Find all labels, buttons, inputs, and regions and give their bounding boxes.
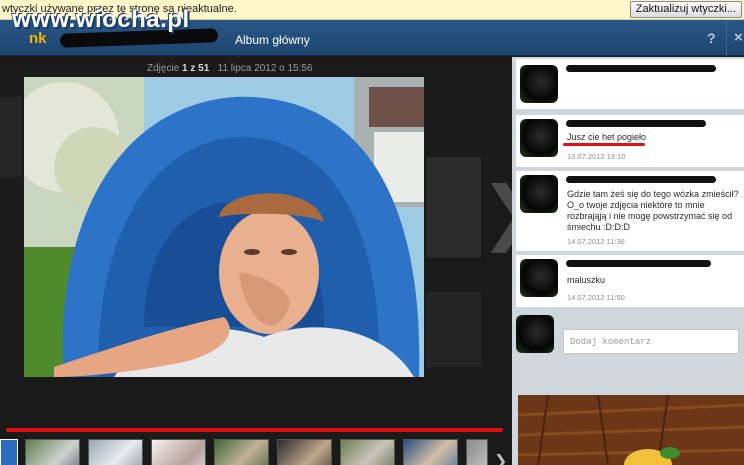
comments-panel: Jusz cie het pogieło 13.07.2012 13:10 Gd… — [512, 57, 744, 465]
commenter-avatar[interactable] — [520, 119, 558, 157]
update-plugins-button[interactable]: Zaktualizuj wtyczki... — [629, 1, 742, 18]
comment-item: Gdzie tam żeś się do tego wózka zmieścił… — [516, 171, 744, 251]
comment-date: 14.07.2012 11:36 — [567, 237, 625, 246]
thumbnail[interactable] — [340, 439, 395, 465]
thumbnail[interactable] — [25, 439, 80, 465]
photo-counter: Zdjęcie 1 z 51 11 lipca 2012 o 15:56 — [147, 63, 313, 74]
comment-text: Jusz cie het pogieło — [567, 132, 647, 142]
red-underline-annotation — [6, 428, 503, 432]
thumbnail[interactable] — [88, 439, 143, 465]
photo-image — [24, 77, 424, 377]
photo-owner-box — [516, 59, 744, 109]
background-panel — [0, 97, 22, 177]
censored-name-scribble — [566, 260, 711, 267]
censored-name-scribble — [566, 120, 706, 127]
header-divider — [726, 20, 727, 56]
photo-date: 11 lipca 2012 o 15:56 — [217, 63, 313, 74]
owner-avatar[interactable] — [520, 65, 558, 103]
background-panel — [426, 292, 481, 367]
album-main-link[interactable]: Album główny — [235, 33, 310, 47]
main-photo[interactable] — [24, 77, 424, 377]
thumbnail[interactable] — [214, 439, 269, 465]
photo-viewer: Zdjęcie 1 z 51 11 lipca 2012 o 15:56 ❯ ❯ — [0, 57, 539, 465]
thumbnail[interactable] — [403, 439, 458, 465]
commenter-avatar[interactable] — [520, 259, 558, 297]
site-watermark: www.wiocha.pl — [12, 6, 190, 33]
comment-item: maluszku 14.07.2012 11:50 — [516, 255, 744, 307]
commenter-avatar[interactable] — [520, 175, 558, 213]
thumbnail[interactable] — [151, 439, 206, 465]
thumbnail[interactable] — [466, 439, 488, 465]
current-user-avatar — [516, 315, 554, 353]
censored-name-scribble — [566, 65, 716, 72]
comment-date: 13.07.2012 13:10 — [567, 152, 626, 161]
thumbnail-selected[interactable] — [0, 439, 18, 465]
advertisement-banner[interactable] — [517, 394, 744, 465]
close-icon[interactable]: × — [734, 29, 743, 46]
help-icon[interactable]: ? — [707, 30, 716, 46]
comment-item: Jusz cie het pogieło 13.07.2012 13:10 — [516, 115, 744, 167]
counter-current: 1 z 51 — [182, 63, 210, 74]
background-panel — [426, 157, 481, 257]
add-comment-input[interactable]: Dodaj komentarz — [563, 329, 739, 354]
ad-image — [517, 394, 744, 465]
comment-text: Gdzie tam żeś się do tego wózka zmieścił… — [567, 189, 739, 232]
thumbnail[interactable] — [277, 439, 332, 465]
comment-text: maluszku — [567, 275, 606, 285]
thumbnail-strip: ❯ — [0, 435, 512, 465]
comment-date: 14.07.2012 11:50 — [567, 293, 625, 302]
thumbnail-next-arrow[interactable]: ❯ — [494, 451, 507, 465]
red-underline-annotation — [563, 143, 645, 146]
censored-name-scribble — [566, 176, 716, 183]
counter-prefix: Zdjęcie — [147, 63, 180, 74]
